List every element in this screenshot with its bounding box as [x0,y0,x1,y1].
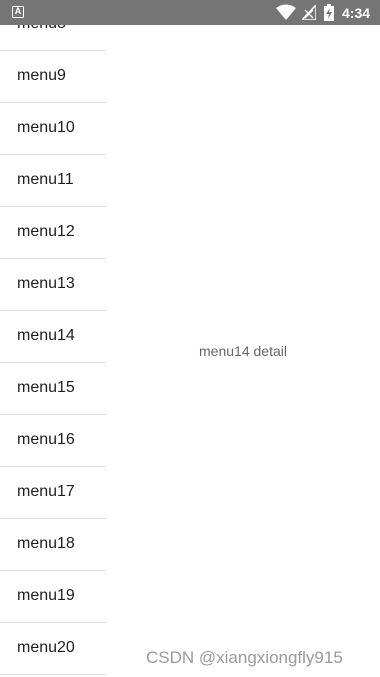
menu-item-label: menu18 [17,535,75,552]
menu-item-menu20[interactable]: menu20 [0,623,106,675]
menu-item-label: menu11 [17,171,74,188]
menu-item-menu16[interactable]: menu16 [0,415,106,467]
menu-item-label: menu15 [17,379,75,396]
menu-item-label: menu19 [17,587,75,604]
menu-item-menu15[interactable]: menu15 [0,363,106,415]
app-notification-icon: A [12,6,24,18]
status-bar: A 4:34 [0,0,380,25]
menu-item-menu10[interactable]: menu10 [0,103,106,155]
battery-charging-icon [324,4,334,21]
menu-item-label: menu9 [17,67,66,84]
detail-text: menu14 detail [199,343,287,359]
watermark: CSDN @xiangxiongfly915 [146,648,343,667]
menu-item-label: menu13 [17,275,75,292]
menu-scroll-content: menu8 menu9 menu10 menu11 menu12 menu13 menu14… [0,25,106,675]
wifi-icon [276,4,296,20]
no-signal-icon [302,5,316,20]
menu-item-menu13[interactable]: menu13 [0,259,106,311]
menu-item-label: menu8 [17,25,66,33]
menu-item-menu8[interactable]: menu8 [0,25,106,51]
menu-item-label: menu10 [17,119,75,136]
menu-item-label: menu12 [17,223,75,240]
menu-item-menu19[interactable]: menu19 [0,571,106,623]
menu-list[interactable]: menu8 menu9 menu10 menu11 menu12 menu13 menu14… [0,25,106,677]
menu-item-menu14[interactable]: menu14 [0,311,106,363]
detail-pane: menu14 detail [106,25,380,677]
menu-item-menu11[interactable]: menu11 [0,155,106,207]
menu-item-label: menu20 [17,639,75,656]
menu-item-menu17[interactable]: menu17 [0,467,106,519]
menu-item-label: menu14 [17,327,75,344]
menu-item-menu12[interactable]: menu12 [0,207,106,259]
menu-item-label: menu17 [17,483,75,500]
menu-item-label: menu16 [17,431,75,448]
status-clock: 4:34 [342,5,371,21]
menu-item-menu9[interactable]: menu9 [0,51,106,103]
menu-item-menu18[interactable]: menu18 [0,519,106,571]
